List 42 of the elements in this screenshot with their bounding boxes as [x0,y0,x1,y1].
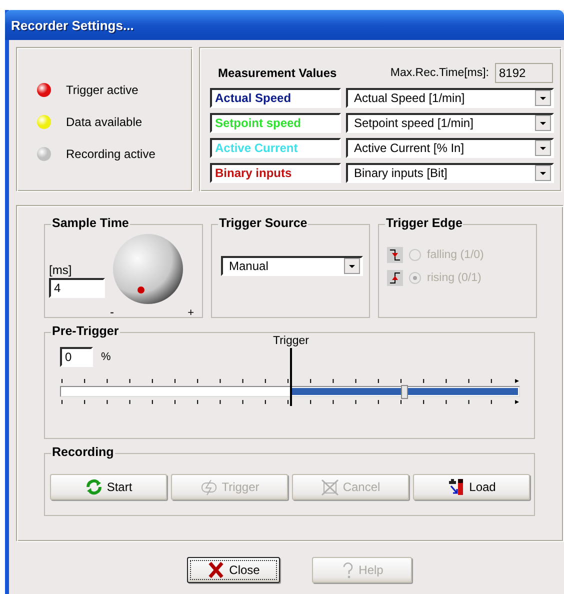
pre-trigger-field[interactable]: 0 [60,347,93,367]
field-label: Max.Rec.Time[ms]: [390,67,489,79]
cross-icon [320,478,339,496]
knob-minus-label: - [110,305,114,319]
lightning-icon [200,478,218,496]
group-title: Pre-Trigger [51,324,120,338]
unit-label: [ms] [49,263,73,277]
channel-name-field[interactable]: Actual Speed [210,88,341,108]
section-title: Measurement Values [218,66,337,80]
group-title: Sample Time [51,216,130,230]
falling-edge-icon [387,247,403,263]
knob[interactable] [112,233,184,305]
group-title: Trigger Source [218,216,308,230]
slider-thumb[interactable] [400,385,408,399]
channel-dropdown[interactable]: Setpoint speed [1/min] [346,113,554,133]
channel-name-field[interactable]: Binary inputs [210,163,341,183]
sample-time-field[interactable]: 4 [49,278,105,298]
channel-dropdown[interactable]: Binary inputs [Bit] [346,163,554,183]
start-button[interactable]: Start [50,474,167,500]
status-label: Recording active [66,147,156,161]
close-button[interactable]: Close [187,557,280,583]
channel-dropdown[interactable]: Active Current [% In] [346,138,554,158]
group-title: Trigger Edge [385,216,464,230]
trigger-source-dropdown[interactable]: Manual [221,256,363,276]
help-icon [340,561,355,579]
max-time-field: 8192 [495,63,553,83]
window-title: Recorder Settings... [11,18,134,32]
knob-plus-label: + [188,307,194,319]
channel-dropdown[interactable]: Actual Speed [1/min] [346,88,554,108]
load-button[interactable]: Load [413,474,530,500]
unit-label: % [101,351,111,363]
rising-edge-icon [387,270,403,286]
close-icon [207,561,226,579]
trigger-label: Trigger [273,335,309,347]
load-icon [447,478,466,496]
status-label: Trigger active [66,83,138,97]
radio-label: falling (1/0) [427,249,484,261]
group-title: Recording [51,445,115,459]
cycle-arrows-icon [84,478,103,496]
trigger-line [290,348,292,406]
radio-label: rising (0/1) [427,272,482,284]
status-label: Data available [66,115,142,129]
